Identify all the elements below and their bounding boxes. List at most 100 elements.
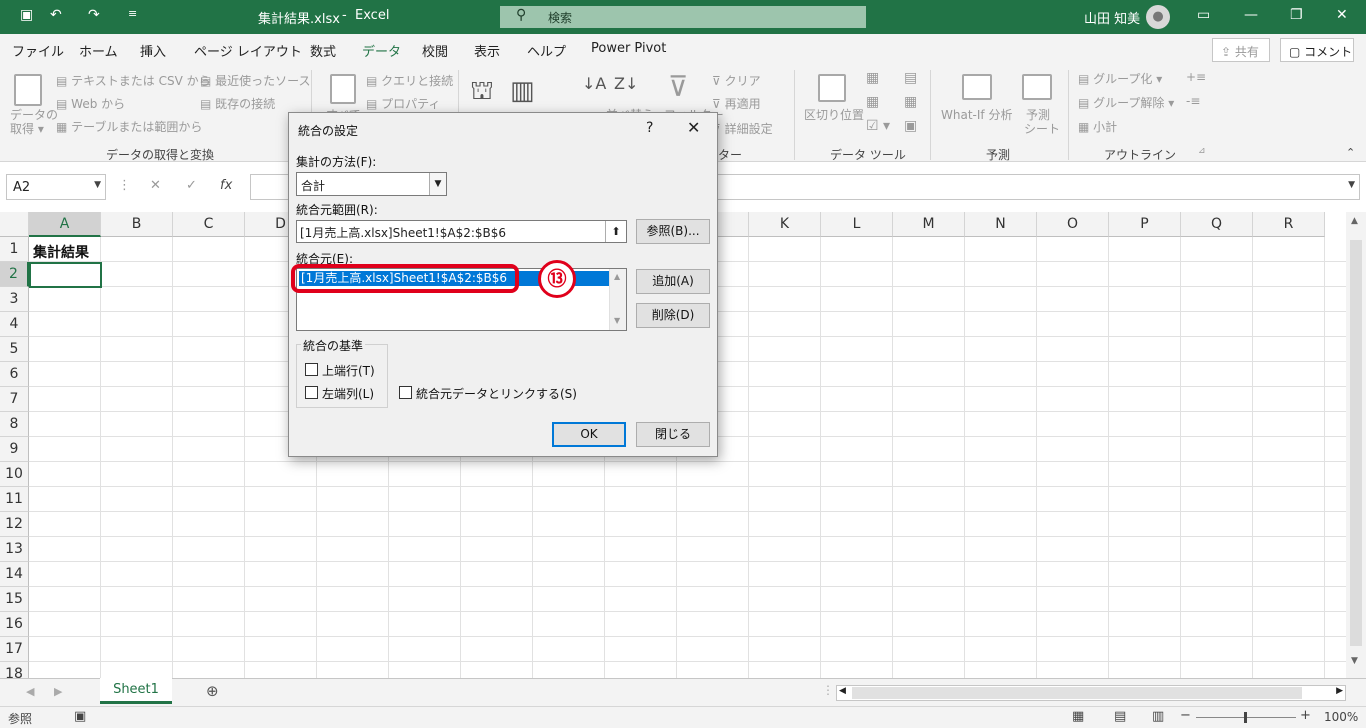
menu-power-pivot[interactable]: Power Pivot [591,41,666,56]
scroll-right-icon[interactable]: ▶ [1336,686,1343,696]
ungroup-button[interactable]: ▤ グループ解除 ▾ [1078,94,1174,111]
row-header-1[interactable]: 1 [0,237,29,262]
sort-asc-icon[interactable]: ↓A [582,74,606,93]
prev-sheet-icon[interactable]: ◀ [26,685,34,698]
scroll-up-icon[interactable]: ▲ [1351,216,1358,226]
forecast-sheet-label-2[interactable]: シート [1024,120,1060,137]
data-model-icon[interactable]: ▣ [904,118,917,134]
scroll-thumb[interactable] [1350,240,1362,646]
add-sheet-icon[interactable]: ⊕ [206,682,219,700]
menu-view[interactable]: 表示 [474,41,500,60]
help-icon[interactable]: ? [646,120,653,136]
delete-button[interactable]: 削除(D) [636,303,710,328]
list-scrollbar[interactable]: ▲ ▼ [609,269,626,330]
column-header-p[interactable]: P [1109,212,1181,237]
list-scroll-up-icon[interactable]: ▲ [614,272,620,281]
browse-button[interactable]: 参照(B)... [636,219,710,244]
avatar[interactable]: ● [1146,5,1170,29]
row-header-9[interactable]: 9 [0,437,29,462]
consolidate-icon[interactable]: ▤ [904,70,917,86]
zoom-slider[interactable] [1196,712,1296,723]
share-button[interactable]: ⇪ 共有 [1212,38,1270,62]
link-source-label[interactable]: 統合元データとリンクする(S) [416,385,577,402]
row-header-4[interactable]: 4 [0,312,29,337]
row-header-3[interactable]: 3 [0,287,29,312]
normal-view-icon[interactable]: ▦ [1072,709,1084,724]
left-column-checkbox[interactable] [305,386,318,399]
column-header-a[interactable]: A [29,212,101,237]
column-header-m[interactable]: M [893,212,965,237]
cancel-icon[interactable]: ✕ [150,178,161,193]
outline-launcher-icon[interactable]: ⊿ [1198,146,1206,156]
hide-detail-icon[interactable]: -≡ [1186,94,1200,108]
row-header-17[interactable]: 17 [0,637,29,662]
chevron-down-icon[interactable]: ▼ [429,173,446,195]
data-validation-icon[interactable]: ☑ ▾ [866,118,890,134]
row-header-11[interactable]: 11 [0,487,29,512]
column-header-q[interactable]: Q [1181,212,1253,237]
web-button[interactable]: ▤ Web から [56,95,125,112]
zoom-out-icon[interactable]: − [1180,708,1191,723]
sort-icon[interactable]: Z↓ [614,74,638,93]
sheet-tab-sheet1[interactable]: Sheet1 [100,678,172,704]
advanced-button[interactable]: ⊽ 詳細設定 [712,120,773,137]
link-source-checkbox[interactable] [399,386,412,399]
table-range-button[interactable]: ▦ テーブルまたは範囲から [56,118,202,135]
collapse-ribbon-icon[interactable]: ⌃ [1346,146,1355,159]
name-box[interactable]: A2 ▼ [6,174,106,200]
zoom-in-icon[interactable]: + [1300,708,1311,723]
restore-icon[interactable]: ❐ [1290,7,1303,23]
reapply-button[interactable]: ⊽ 再適用 [712,95,761,112]
row-header-12[interactable]: 12 [0,512,29,537]
column-header-c[interactable]: C [173,212,245,237]
insert-function-icon[interactable]: fx [220,178,232,193]
menu-file[interactable]: ファイル [12,41,64,60]
customize-toolbar-icon[interactable]: ≡ [128,7,137,20]
group-button[interactable]: ▤ グループ化 ▾ [1078,70,1162,87]
text-to-columns-icon[interactable] [818,74,846,102]
column-header-b[interactable]: B [101,212,173,237]
page-layout-view-icon[interactable]: ▤ [1114,709,1126,724]
minimize-icon[interactable]: — [1244,7,1258,23]
flash-fill-icon[interactable]: ▦ [866,70,879,86]
list-scroll-down-icon[interactable]: ▼ [614,316,620,325]
h-scroll-thumb[interactable] [852,687,1302,699]
row-header-7[interactable]: 7 [0,387,29,412]
top-row-label[interactable]: 上端行(T) [322,362,375,379]
reference-input[interactable]: [1月売上高.xlsx]Sheet1!$A$2:$B$6 ⬆ [296,220,627,243]
close-button[interactable]: 閉じる [636,422,710,447]
refresh-all-icon[interactable] [330,74,356,104]
row-header-5[interactable]: 5 [0,337,29,362]
text-to-columns-label[interactable]: 区切り位置 [804,106,864,123]
select-all-corner[interactable] [0,212,29,237]
forecast-sheet-icon[interactable] [1022,74,1052,100]
row-header-18[interactable]: 18 [0,662,29,678]
ok-button[interactable]: OK [552,422,626,447]
clear-button[interactable]: ⊽ クリア [712,72,761,89]
row-header-6[interactable]: 6 [0,362,29,387]
menu-home[interactable]: ホーム [79,41,118,60]
recent-sources-button[interactable]: ▤ 最近使ったソース [200,72,311,89]
save-icon[interactable]: ▣ [20,7,33,23]
menu-formulas[interactable]: 数式 [310,41,336,60]
chevron-down-icon[interactable]: ▼ [94,180,101,190]
get-data-icon[interactable] [14,74,42,106]
relationships-icon[interactable]: ▦ [904,94,917,110]
search-box[interactable]: ⚲ 検索 [500,6,866,28]
get-data-dropdown[interactable]: 取得 ▾ [10,120,44,137]
stocks-icon[interactable]: ⛫ [470,76,494,110]
left-column-label[interactable]: 左端列(L) [322,385,374,402]
redo-icon[interactable]: ↷ [88,7,100,23]
remove-duplicates-icon[interactable]: ▦ [866,94,879,110]
subtotal-button[interactable]: ▦ 小計 [1078,118,1117,135]
vertical-scrollbar[interactable]: ▲ ▼ [1346,212,1366,678]
menu-insert[interactable]: 挿入 [140,41,166,60]
column-header-n[interactable]: N [965,212,1037,237]
row-header-10[interactable]: 10 [0,462,29,487]
zoom-slider-thumb[interactable] [1244,712,1247,723]
comment-button[interactable]: ▢ コメント [1280,38,1354,62]
next-sheet-icon[interactable]: ▶ [54,685,62,698]
collapse-dialog-icon[interactable]: ⬆ [605,221,626,242]
existing-connections-button[interactable]: ▤ 既存の接続 [200,95,275,112]
column-header-l[interactable]: L [821,212,893,237]
